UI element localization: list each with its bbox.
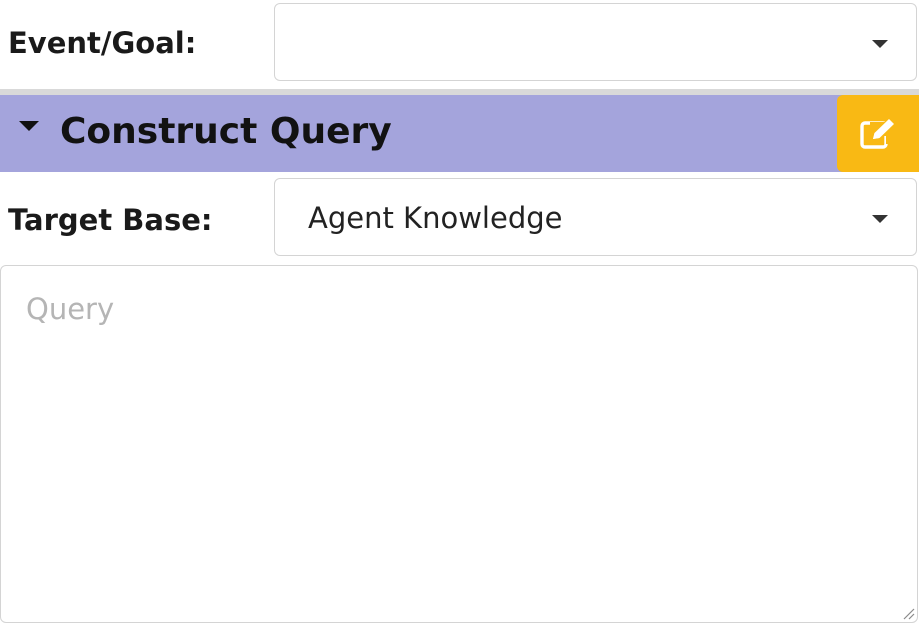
target-base-label: Target Base: xyxy=(8,203,213,237)
resize-handle-icon[interactable] xyxy=(901,606,915,620)
query-textarea[interactable] xyxy=(1,266,917,622)
target-base-row: Target Base: Agent Knowledge xyxy=(0,172,919,264)
chevron-down-icon xyxy=(872,215,888,223)
query-textarea-container xyxy=(0,265,918,623)
construct-query-header[interactable]: Construct Query xyxy=(0,95,919,172)
target-base-select[interactable]: Agent Knowledge xyxy=(274,178,917,256)
edit-button[interactable] xyxy=(837,95,919,172)
chevron-down-icon xyxy=(872,40,888,48)
target-base-select-value: Agent Knowledge xyxy=(308,201,563,235)
construct-query-title: Construct Query xyxy=(60,111,392,152)
event-goal-select[interactable] xyxy=(274,3,917,81)
caret-down-icon[interactable] xyxy=(19,121,39,131)
edit-icon xyxy=(860,118,896,149)
event-goal-row: Event/Goal: xyxy=(0,0,919,89)
event-goal-label: Event/Goal: xyxy=(8,26,197,60)
query-builder-panel: Event/Goal: Construct Query Target Base:… xyxy=(0,0,919,635)
